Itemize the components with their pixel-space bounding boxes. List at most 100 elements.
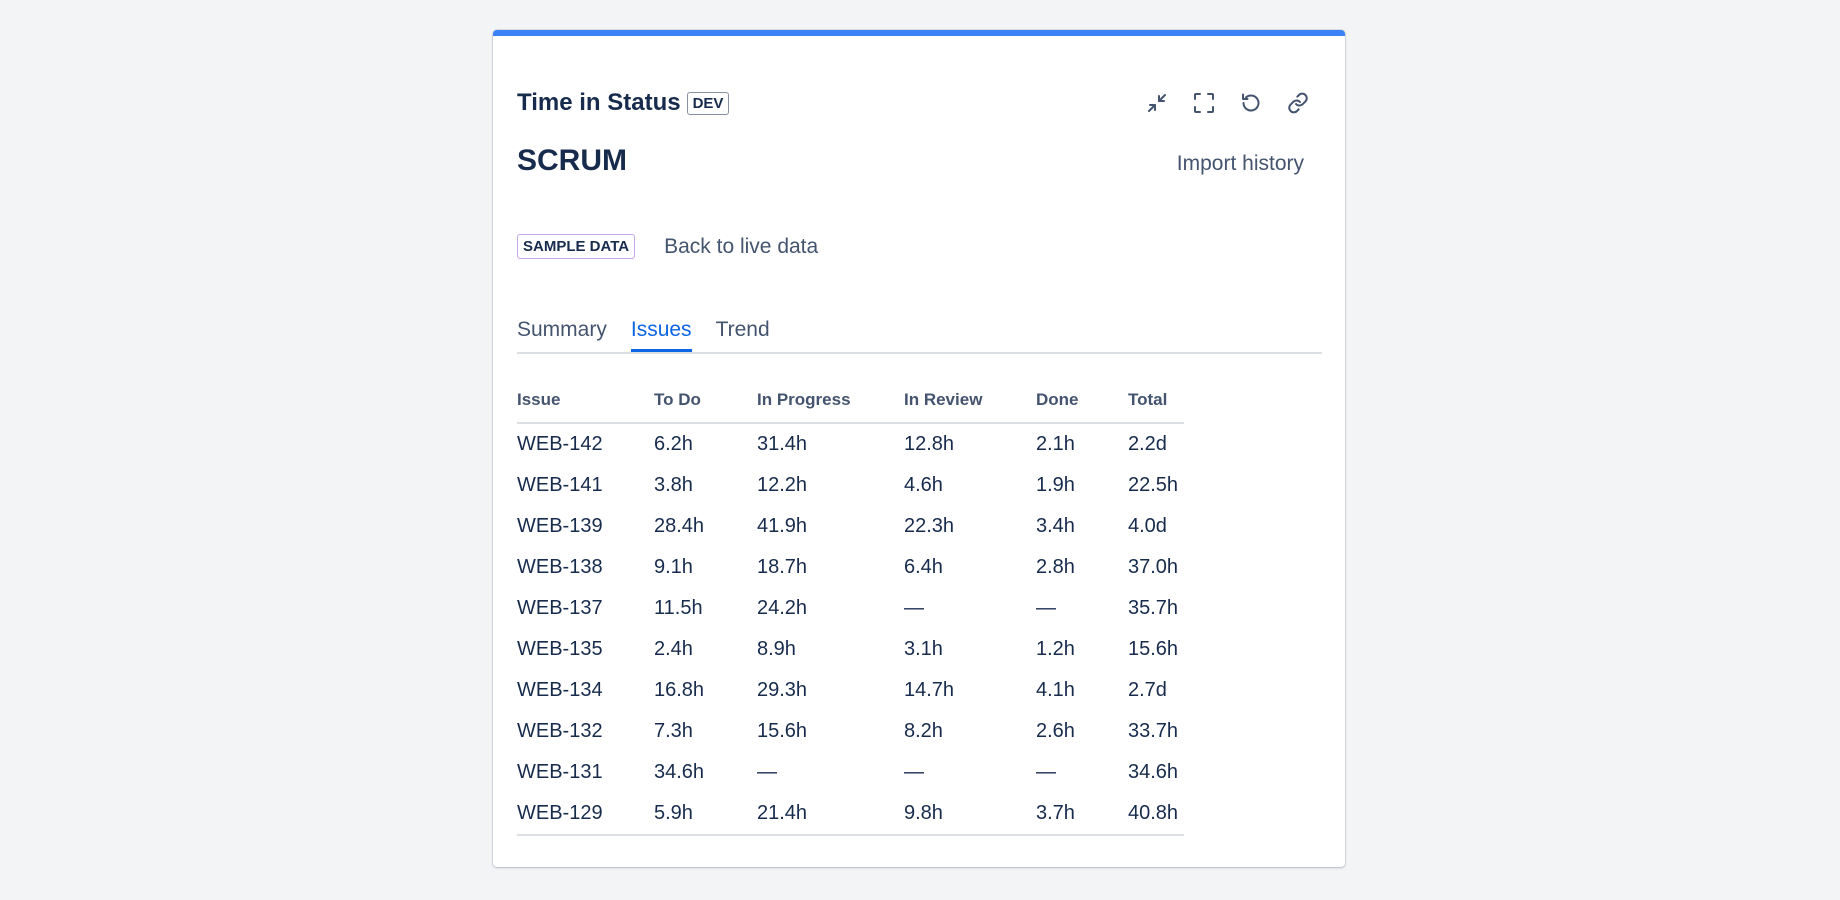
in-progress-cell: 29.3h (757, 679, 808, 701)
total-cell: 37.0h (1128, 556, 1179, 578)
table-row: WEB-134 16.8h 29.3h 14.7h 4.1h 2.7d (517, 670, 1184, 711)
total-cell: 4.0d (1128, 515, 1167, 537)
issue-key-cell[interactable]: WEB-141 (517, 465, 654, 506)
column-header-done[interactable]: Done (1036, 390, 1128, 424)
issue-key-cell[interactable]: WEB-132 (517, 711, 654, 752)
in-review-cell: 14.7h (904, 679, 955, 701)
table-row: WEB-129 5.9h 21.4h 9.8h 3.7h 40.8h (517, 793, 1184, 836)
done-cell: — (1036, 597, 1056, 619)
copy-link-button[interactable] (1284, 88, 1311, 118)
in-progress-cell: 21.4h (757, 793, 904, 836)
done-cell: — (1036, 761, 1056, 783)
import-history-button[interactable]: Import history (1177, 152, 1304, 176)
to-do-cell: 6.2h (654, 433, 693, 455)
back-to-live-data-link[interactable]: Back to live data (664, 235, 818, 259)
done-cell: 2.6h (1036, 720, 1075, 742)
refresh-icon (1241, 93, 1259, 112)
in-review-cell: 6.4h (904, 556, 943, 578)
in-progress-cell: 24.2h (757, 597, 808, 619)
in-review-cell: 9.8h (904, 793, 1036, 836)
tab-issues[interactable]: Issues (630, 312, 692, 352)
collapse-button[interactable] (1143, 88, 1170, 118)
to-do-cell: 16.8h (654, 679, 705, 701)
table-header-row: Issue To Do In Progress In Review Done T… (517, 390, 1184, 424)
table-row: WEB-137 11.5h 24.2h — — 35.7h (517, 588, 1184, 629)
link-icon (1287, 92, 1308, 114)
to-do-cell: 28.4h (654, 515, 705, 537)
in-progress-cell: 18.7h (757, 556, 808, 578)
column-header-total[interactable]: Total (1128, 390, 1184, 424)
total-cell: 2.2d (1128, 433, 1167, 455)
header-actions (1143, 88, 1311, 118)
column-header-issue[interactable]: Issue (517, 390, 654, 424)
column-header-to-do[interactable]: To Do (654, 390, 757, 424)
total-cell: 40.8h (1128, 793, 1184, 836)
issue-key-cell[interactable]: WEB-131 (517, 752, 654, 793)
done-cell: 3.7h (1036, 793, 1128, 836)
total-cell: 34.6h (1128, 761, 1179, 783)
done-cell: 4.1h (1036, 679, 1075, 701)
issue-key-cell[interactable]: WEB-134 (517, 670, 654, 711)
issue-key-cell[interactable]: WEB-137 (517, 588, 654, 629)
issue-key-cell[interactable]: WEB-135 (517, 629, 654, 670)
refresh-button[interactable] (1237, 88, 1264, 118)
sample-data-row: SAMPLE DATA Back to live data (517, 234, 818, 259)
total-cell: 2.7d (1128, 679, 1167, 701)
done-cell: 3.4h (1036, 515, 1075, 537)
total-cell: 35.7h (1128, 597, 1179, 619)
table-row: WEB-139 28.4h 41.9h 22.3h 3.4h 4.0d (517, 506, 1184, 547)
done-cell: 2.1h (1036, 433, 1075, 455)
in-progress-cell: — (757, 761, 777, 783)
in-review-cell: 8.2h (904, 720, 943, 742)
table-row: WEB-141 3.8h 12.2h 4.6h 1.9h 22.5h (517, 465, 1184, 506)
panel-header: Time in Status DEV (517, 86, 730, 120)
to-do-cell: 2.4h (654, 638, 693, 660)
total-cell: 22.5h (1128, 474, 1179, 496)
project-title: SCRUM (517, 144, 627, 177)
time-in-status-panel: Time in Status DEV SCRUM Import history … (493, 30, 1345, 867)
sample-data-badge: SAMPLE DATA (517, 234, 636, 259)
tab-summary[interactable]: Summary (517, 312, 607, 352)
view-tabs: Summary Issues Trend (517, 312, 1322, 354)
to-do-cell: 7.3h (654, 720, 693, 742)
table-row: WEB-142 6.2h 31.4h 12.8h 2.1h 2.2d (517, 423, 1184, 465)
fullscreen-button[interactable] (1190, 88, 1217, 118)
in-review-cell: 3.1h (904, 638, 943, 660)
in-review-cell: 22.3h (904, 515, 955, 537)
done-cell: 2.8h (1036, 556, 1075, 578)
total-cell: 15.6h (1128, 638, 1179, 660)
in-progress-cell: 15.6h (757, 720, 808, 742)
fullscreen-icon (1193, 93, 1214, 113)
accent-bar (493, 30, 1345, 36)
to-do-cell: 9.1h (654, 556, 693, 578)
column-header-in-review[interactable]: In Review (904, 390, 1036, 424)
panel-title: Time in Status (517, 89, 681, 116)
to-do-cell: 34.6h (654, 761, 705, 783)
table-body: WEB-142 6.2h 31.4h 12.8h 2.1h 2.2d WEB-141 3.8h… (517, 423, 1184, 836)
in-review-cell: 4.6h (904, 474, 943, 496)
in-review-cell: 12.8h (904, 433, 955, 455)
tab-trend[interactable]: Trend (716, 312, 770, 352)
issue-key-cell[interactable]: WEB-139 (517, 506, 654, 547)
issue-key-cell[interactable]: WEB-138 (517, 547, 654, 588)
collapse-icon (1147, 94, 1166, 112)
in-progress-cell: 41.9h (757, 515, 808, 537)
dev-badge: DEV (686, 91, 730, 115)
done-cell: 1.9h (1036, 474, 1075, 496)
issues-table: Issue To Do In Progress In Review Done T… (517, 390, 1184, 836)
table-row: WEB-138 9.1h 18.7h 6.4h 2.8h 37.0h (517, 547, 1184, 588)
issue-key-cell[interactable]: WEB-129 (517, 793, 654, 836)
total-cell: 33.7h (1128, 720, 1179, 742)
in-review-cell: — (904, 597, 924, 619)
issue-key-cell[interactable]: WEB-142 (517, 423, 654, 465)
table-row: WEB-135 2.4h 8.9h 3.1h 1.2h 15.6h (517, 629, 1184, 670)
to-do-cell: 5.9h (654, 793, 757, 836)
in-progress-cell: 8.9h (757, 638, 796, 660)
to-do-cell: 11.5h (654, 597, 703, 619)
in-progress-cell: 31.4h (757, 433, 808, 455)
table-row: WEB-131 34.6h — — —34.6h (517, 752, 1184, 793)
column-header-in-progress[interactable]: In Progress (757, 390, 904, 424)
in-progress-cell: 12.2h (757, 474, 808, 496)
to-do-cell: 3.8h (654, 474, 693, 496)
in-review-cell: — (904, 761, 924, 783)
